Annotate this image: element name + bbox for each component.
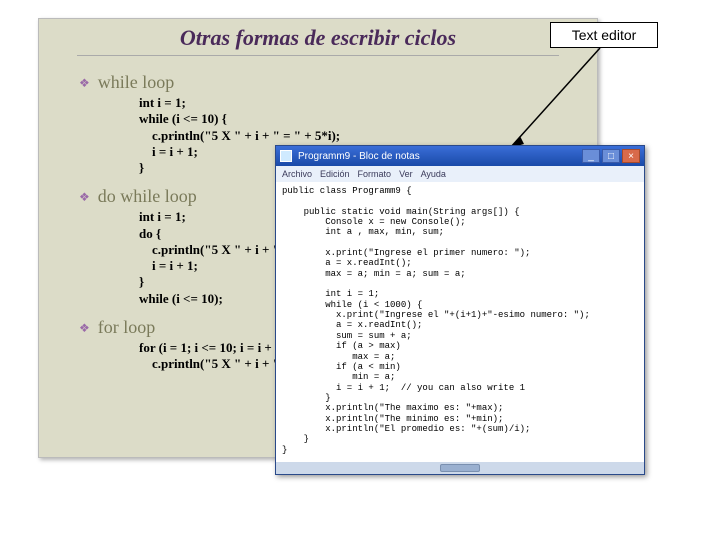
notepad-window[interactable]: Programm9 - Bloc de notas _ □ × Archivo … <box>275 145 645 475</box>
editor-text[interactable]: public class Programm9 { public static v… <box>282 186 638 455</box>
slide-title: Otras formas de escribir ciclos <box>180 25 456 50</box>
bullet-icon: ❖ <box>79 190 90 205</box>
close-button[interactable]: × <box>622 149 640 163</box>
editor-body[interactable]: public class Programm9 { public static v… <box>276 182 644 462</box>
menu-item[interactable]: Edición <box>320 169 350 179</box>
menu-item[interactable]: Archivo <box>282 169 312 179</box>
scrollbar-thumb[interactable] <box>440 464 480 472</box>
menu-item[interactable]: Ver <box>399 169 413 179</box>
maximize-button[interactable]: □ <box>602 149 620 163</box>
loop-heading: while loop <box>98 72 175 93</box>
bullet-icon: ❖ <box>79 76 90 91</box>
window-title: Programm9 - Bloc de notas <box>298 151 420 162</box>
horizontal-scrollbar[interactable] <box>276 462 644 474</box>
bullet-icon: ❖ <box>79 321 90 336</box>
menu-item[interactable]: Ayuda <box>421 169 446 179</box>
window-titlebar[interactable]: Programm9 - Bloc de notas _ □ × <box>276 146 644 166</box>
minimize-button[interactable]: _ <box>582 149 600 163</box>
loop-heading: do while loop <box>98 186 197 207</box>
loop-heading: for loop <box>98 317 156 338</box>
menubar[interactable]: Archivo Edición Formato Ver Ayuda <box>276 166 644 182</box>
text-editor-label: Text editor <box>550 22 658 48</box>
notepad-icon <box>280 150 292 162</box>
menu-item[interactable]: Formato <box>358 169 392 179</box>
